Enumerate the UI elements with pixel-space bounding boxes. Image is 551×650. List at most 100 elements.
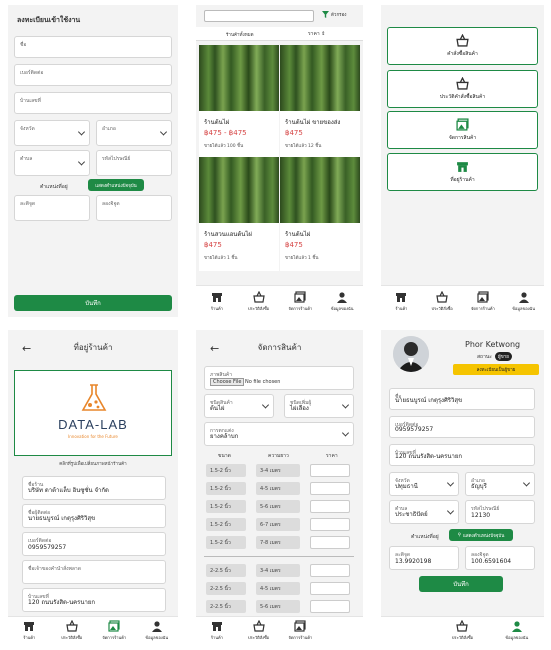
product-card[interactable]: ร้านต้นไผ่ ขายของส่ง ฿475 ขายได้แล้ว 12 … — [280, 45, 360, 159]
tab-shop[interactable]: ร้านค้า — [196, 286, 238, 317]
price-input[interactable] — [310, 536, 350, 549]
basket-icon — [66, 620, 78, 632]
address-value: 120 ถนนรังสิต-นครนายก — [395, 453, 463, 460]
menu-item-orders[interactable]: คำสั่งซื้อสินค้า — [387, 27, 538, 65]
product-name: ร้านสวนแอนต้นไผ่ — [204, 231, 252, 238]
tab-manage[interactable]: จัดการร้านค้า — [280, 286, 322, 317]
bamboo-image — [199, 45, 279, 111]
name-field[interactable]: ชื่อ นายธนบูรณ์ เกตุรุงศิริวิสุข — [389, 388, 535, 410]
postcode-field[interactable]: รหัสไปรษณีย์ 12130 — [465, 500, 535, 524]
tab-history[interactable]: ประวัติสั่งซื้อ — [238, 617, 280, 644]
contact-field[interactable]: ชื่อผู้ติดต่อ นายธนบูรณ์ เกตุรุงศิริวิสุ… — [22, 504, 166, 528]
address-field[interactable]: บ้านเลขที่ 120 ถนนรังสิต-นครนายก — [389, 444, 535, 466]
show-location-button[interactable]: แสดงตำแหน่งปัจจุบัน — [88, 179, 144, 191]
save-button[interactable]: บันทึก — [419, 576, 503, 592]
tab-profile[interactable]: ข้อมูลของฉัน — [503, 286, 544, 317]
latitude-field[interactable]: ละติจูด 13.9920198 — [389, 546, 459, 570]
tab-history[interactable]: ประวัติสั่งซื้อ — [51, 617, 94, 644]
tab-manage[interactable]: จัดการร้านค้า — [93, 617, 136, 644]
back-arrow-icon[interactable]: ← — [22, 342, 31, 355]
store-address-screen: ← ที่อยู่ร้านค้า DATA-LAB Innovation for… — [8, 330, 178, 644]
choose-file-button[interactable]: Choose File — [210, 378, 245, 386]
menu-item-store-address[interactable]: ที่อยู่ร้านค้า — [387, 153, 538, 191]
product-subtype-select[interactable]: ชนิดเพิ่มผู้ ไผ่เลือง — [284, 394, 354, 418]
search-input[interactable] — [204, 10, 314, 22]
menu-item-manage-products[interactable]: จัดการสินค้า — [387, 111, 538, 149]
tab-manage[interactable]: จัดการร้านค้า — [463, 286, 504, 317]
address-field[interactable]: บ้านเลขที่ — [14, 92, 172, 114]
tab-shop[interactable]: ร้านค้า — [381, 286, 422, 317]
district-select[interactable]: อำเภอ — [96, 120, 172, 146]
image-gallery-icon — [456, 118, 469, 131]
latitude-field-label: ละติจูด — [20, 201, 36, 207]
tab-history[interactable]: ประวัติสั่งซื้อ — [238, 286, 280, 317]
shop-menu-screen: คำสั่งซื้อสินค้า ประวัติคำสั่งซื้อสินค้า… — [381, 5, 544, 317]
tab-shop-label: ร้านค้า — [395, 306, 408, 311]
tab-history[interactable]: ประวัติสั่งซื้อ — [422, 286, 463, 317]
subdistrict-select[interactable]: ตำบล — [14, 150, 90, 176]
image-gallery-icon — [294, 291, 306, 303]
tab-profile[interactable]: ข้อมูลของฉัน — [490, 617, 544, 644]
tab-profile[interactable]: ข้อมูลของฉัน — [321, 286, 363, 317]
province-select[interactable]: จังหวัด ปทุมธานี — [389, 472, 459, 496]
variety-select[interactable]: การตกแต่ง ยางคล้าบก — [204, 422, 354, 446]
store-icon — [24, 622, 35, 631]
back-arrow-icon[interactable]: ← — [210, 342, 219, 355]
name-field[interactable]: ชื่อ — [14, 36, 172, 58]
register-seller-button[interactable]: ลงทะเบียนเป็นผู้ขาย — [453, 364, 539, 375]
save-button[interactable]: บันทึก — [14, 295, 172, 311]
tab-manage-label: จัดการร้านค้า — [288, 635, 313, 640]
page-title: ลงทะเบียนเข้าใช้งาน — [17, 16, 81, 24]
product-card[interactable]: ร้านต้นไผ่ ฿475 - ฿475 ขายได้แล้ว 100 ชิ… — [199, 45, 279, 159]
latitude-field[interactable]: ละติจูด — [14, 195, 90, 221]
district-select[interactable]: อำเภอ ธัญบุรี — [465, 472, 535, 496]
price-input[interactable] — [310, 600, 350, 613]
product-price: ฿475 — [285, 241, 303, 249]
price-input[interactable] — [310, 582, 350, 595]
phone-field[interactable]: เบอร์ติดต่อ 0959579257 — [22, 532, 166, 556]
district-value: ธัญบุรี — [471, 483, 487, 490]
price-input[interactable] — [310, 564, 350, 577]
bottom-tab-bar: ร้านค้า ประวัติสั่งซื้อ จัดการร้านค้า ข้… — [8, 616, 178, 644]
product-type-select[interactable]: ชนิดสินค้า ต้นไผ่ — [204, 394, 274, 418]
address-value: 120 ถนนรังสิต-นครนายก — [28, 599, 96, 606]
phone-field[interactable]: เบอร์ติดต่อ 0959579257 — [389, 416, 535, 438]
owner-field[interactable]: ชื่อเจ้าของคำนำสั่งพลาด — [22, 560, 166, 584]
province-select[interactable]: จังหวัด — [14, 120, 90, 146]
filter-button[interactable]: ตัวกรอง — [322, 11, 347, 18]
size-cell: 2-2.5 นิ้ว — [206, 600, 246, 613]
show-location-button[interactable]: ⚲ แสดงตำแหน่งปัจจุบัน — [449, 529, 513, 541]
menu-item-order-history[interactable]: ประวัติคำสั่งซื้อสินค้า — [387, 70, 538, 108]
sort-shop-tab[interactable]: ร้านค้าทั้งหมด — [226, 31, 254, 38]
location-label: ตำแหน่งที่อยู่ — [40, 184, 68, 190]
price-input[interactable] — [310, 482, 350, 495]
product-image-field[interactable]: ภาพสินค้า Choose File No file chosen — [204, 366, 354, 390]
longitude-field[interactable]: ลองจิจูด — [96, 195, 172, 221]
register-screen: ลงทะเบียนเข้าใช้งาน ชื่อ เบอร์ติดต่อ บ้า… — [8, 5, 178, 317]
subdistrict-select[interactable]: ตำบล ประชาธิปัตย์ — [389, 500, 459, 524]
shop-name-field[interactable]: ชื่อร้าน บริษัท ดาต้าแล็บ อินซูชั่น จำกั… — [22, 476, 166, 500]
tab-shop[interactable]: ร้านค้า — [196, 617, 238, 644]
product-card[interactable]: ร้านสวนแอนต้นไผ่ ฿475 ขายได้แล้ว 1 ชิ้น — [199, 157, 279, 271]
postcode-field[interactable]: รหัสไปรษณีย์ — [96, 150, 172, 176]
price-input[interactable] — [310, 464, 350, 477]
price-input[interactable] — [310, 500, 350, 513]
tab-shop[interactable]: ร้านค้า — [8, 617, 51, 644]
tab-profile-label: ข้อมูลของฉัน — [145, 635, 169, 640]
tab-profile[interactable]: ข้อมูลของฉัน — [136, 617, 179, 644]
product-sold: ขายได้แล้ว 100 ชิ้น — [204, 144, 244, 149]
longitude-field[interactable]: ลองจิจูด 100.6591604 — [465, 546, 535, 570]
price-input[interactable] — [310, 518, 350, 531]
product-card[interactable]: ร้านต้นไผ่ ฿475 ขายได้แล้ว 1 ชิ้น — [280, 157, 360, 271]
tab-history[interactable]: ประวัติสั่งซื้อ — [435, 617, 489, 644]
phone-field[interactable]: เบอร์ติดต่อ — [14, 64, 172, 86]
contact-value: นายธนบูรณ์ เกตุรุงศิริวิสุข — [28, 515, 96, 522]
address-field[interactable]: บ้านเลขที่ 120 ถนนรังสิต-นครนายก — [22, 588, 166, 612]
product-sold: ขายได้แล้ว 12 ชิ้น — [285, 144, 322, 149]
tab-manage[interactable]: จัดการร้านค้า — [280, 617, 322, 644]
bamboo-image — [280, 45, 360, 111]
sort-price-tab[interactable]: ราคา ⇕ — [308, 30, 325, 38]
menu-item-label: ประวัติคำสั่งซื้อสินค้า — [439, 94, 486, 100]
store-image[interactable]: DATA-LAB Innovation for the Future — [14, 370, 172, 456]
user-icon — [511, 621, 522, 632]
